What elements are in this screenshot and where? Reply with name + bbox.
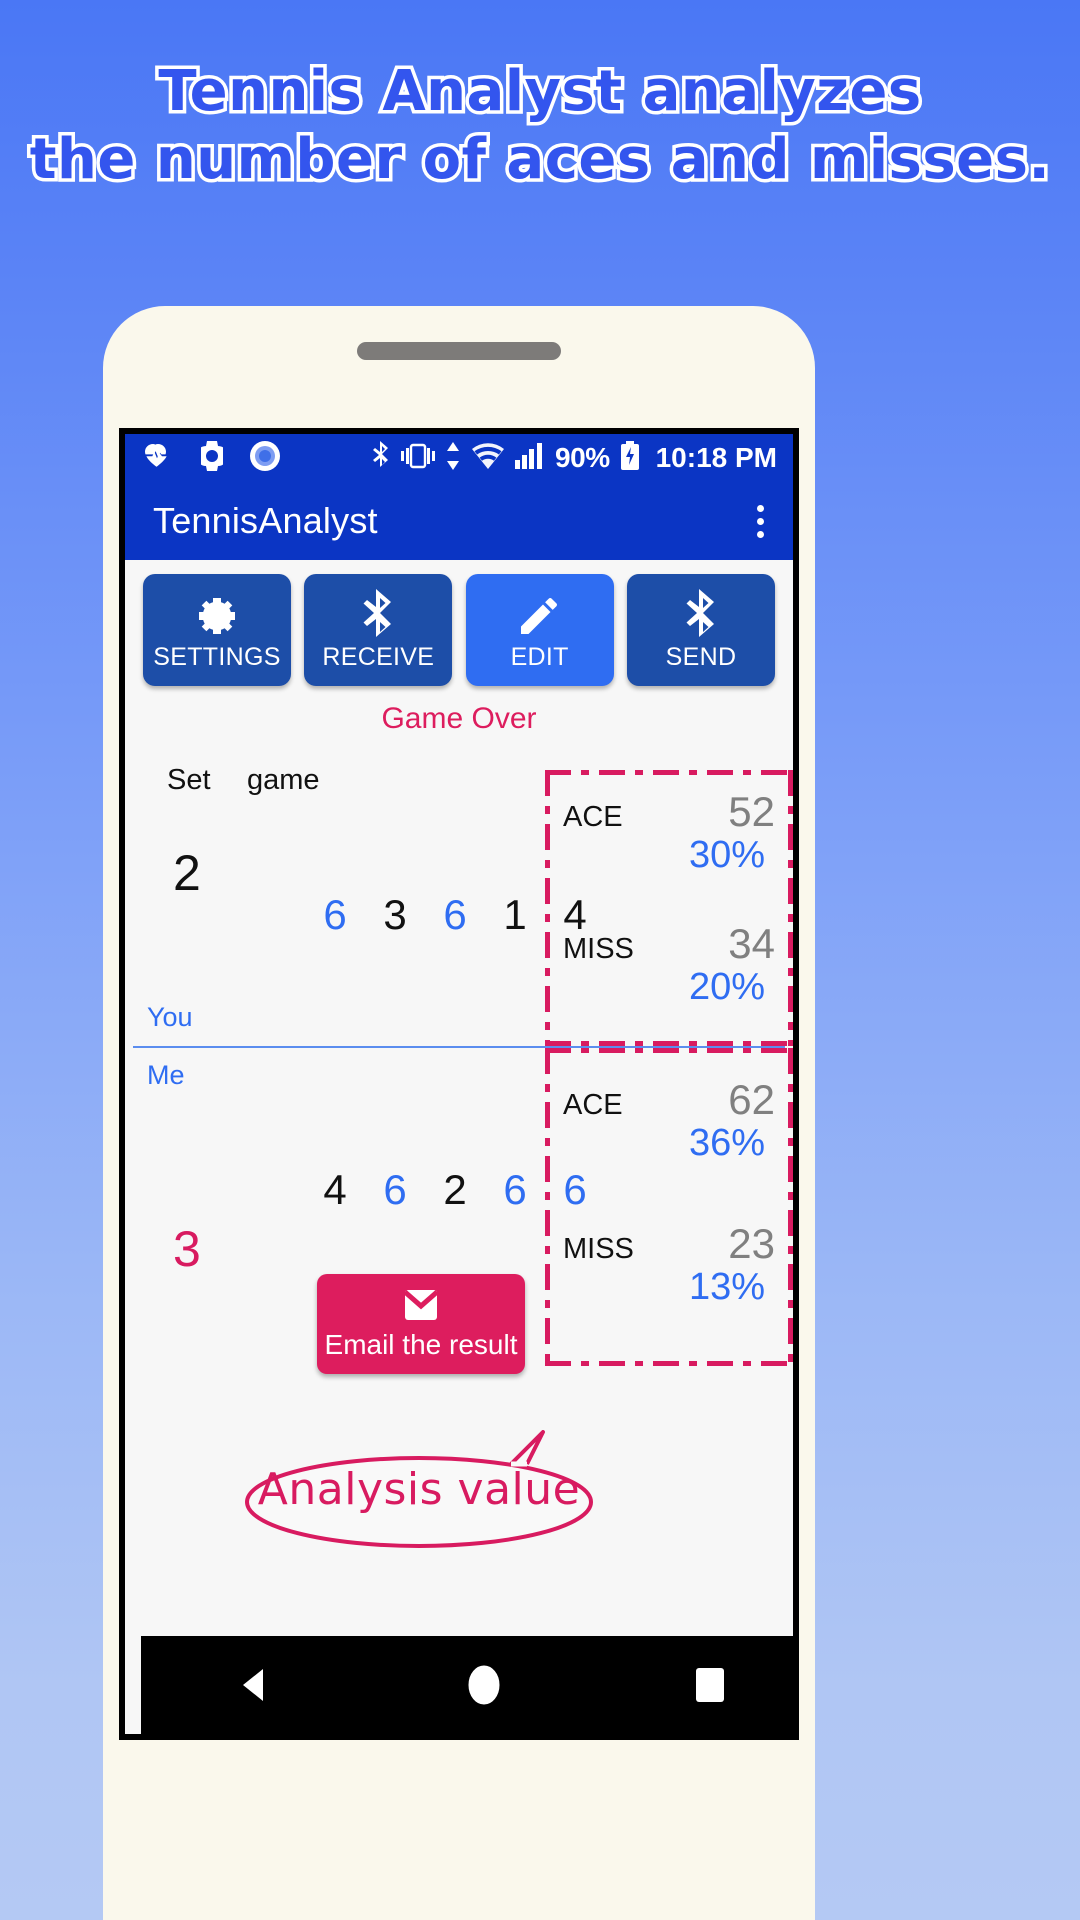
analysis-callout-text: Analysis value — [257, 1463, 581, 1515]
ace-label: ACE — [563, 1089, 623, 1121]
back-triangle-icon[interactable] — [235, 1665, 275, 1705]
set-score-you: 2 — [173, 845, 201, 901]
edit-button-label: EDIT — [510, 642, 569, 671]
wifi-icon — [471, 442, 505, 474]
action-button-row: SETTINGS RECEIVE EDIT SEND — [125, 560, 793, 696]
game-score: 6 — [503, 1166, 527, 1213]
scoreboard: Set game 2 6 3 6 1 4 You 3 4 6 2 6 6 M — [125, 746, 793, 1548]
promo-headline-line-2: the number of aces and misses. — [26, 126, 1053, 194]
player-label-me: Me — [147, 1060, 185, 1090]
game-score: 3 — [383, 891, 407, 938]
send-button[interactable]: SEND — [626, 574, 775, 686]
heart-rate-icon — [145, 443, 175, 474]
promo-headline: Tennis Analyst analyzes the number of ac… — [0, 57, 1080, 194]
phone-mockup: 90% 10:18 PM TennisAnalyst SETTINGS RECE… — [103, 306, 815, 1920]
ace-percent: 36% — [688, 1122, 765, 1164]
bluetooth-icon — [360, 588, 396, 641]
home-circle-icon[interactable] — [462, 1660, 506, 1710]
recents-square-icon[interactable] — [693, 1666, 727, 1704]
receive-button-label: RECEIVE — [322, 642, 435, 671]
android-nav-bar — [141, 1636, 793, 1734]
bluetooth-icon — [683, 588, 719, 641]
ace-value: 52 — [728, 788, 775, 835]
battery-percent-label: 90% — [555, 442, 610, 473]
ace-value: 62 — [728, 1076, 775, 1123]
settings-button[interactable]: SETTINGS — [143, 574, 291, 686]
player-label-you: You — [147, 1002, 193, 1032]
receive-button[interactable]: RECEIVE — [304, 574, 453, 686]
ace-percent: 30% — [688, 834, 765, 876]
send-button-label: SEND — [665, 642, 737, 671]
overflow-menu-icon[interactable] — [747, 499, 773, 543]
envelope-icon — [399, 1288, 443, 1327]
email-result-button-label: Email the result — [324, 1328, 518, 1360]
miss-percent: 20% — [688, 966, 765, 1008]
cellular-signal-icon — [515, 442, 545, 474]
miss-value: 34 — [728, 920, 775, 967]
app-title: TennisAnalyst — [153, 500, 378, 541]
miss-value: 23 — [728, 1220, 775, 1267]
game-column-header: game — [247, 764, 320, 796]
game-score: 6 — [383, 1166, 407, 1213]
promo-headline-line-1: Tennis Analyst analyzes — [155, 57, 925, 125]
analysis-callout: Analysis value — [243, 1430, 595, 1548]
status-bar: 90% 10:18 PM — [125, 434, 793, 482]
battery-charging-icon — [620, 440, 640, 476]
bluetooth-icon — [371, 440, 391, 476]
settings-button-label: SETTINGS — [153, 642, 281, 671]
game-score: 4 — [323, 1166, 347, 1213]
location-target-icon — [249, 440, 281, 477]
speaker-grille — [357, 342, 561, 360]
miss-label: MISS — [563, 933, 634, 965]
gear-icon — [194, 589, 240, 641]
set-column-header: Set — [167, 764, 211, 796]
game-score: 1 — [503, 891, 527, 938]
analysis-box-you: ACE 52 30% MISS 34 20% — [545, 770, 793, 1046]
phone-screen: 90% 10:18 PM TennisAnalyst SETTINGS RECE… — [119, 428, 799, 1740]
email-result-button[interactable]: Email the result — [317, 1274, 525, 1374]
ace-label: ACE — [563, 801, 623, 833]
analysis-box-me: ACE 62 36% MISS 23 13% — [545, 1048, 793, 1366]
watch-icon — [196, 440, 228, 476]
game-score: 6 — [323, 891, 347, 938]
set-score-me: 3 — [173, 1221, 201, 1277]
status-bar-clock: 10:18 PM — [655, 442, 777, 473]
miss-percent: 13% — [688, 1266, 765, 1308]
vibrate-icon — [401, 442, 436, 475]
data-transfer-icon — [445, 441, 461, 475]
game-score: 2 — [443, 1166, 467, 1213]
pencil-icon — [517, 589, 563, 641]
app-bar: TennisAnalyst — [125, 482, 793, 560]
game-score: 6 — [443, 891, 467, 938]
edit-button[interactable]: EDIT — [465, 574, 614, 686]
game-status-message: Game Over — [125, 696, 793, 746]
miss-label: MISS — [563, 1233, 634, 1265]
